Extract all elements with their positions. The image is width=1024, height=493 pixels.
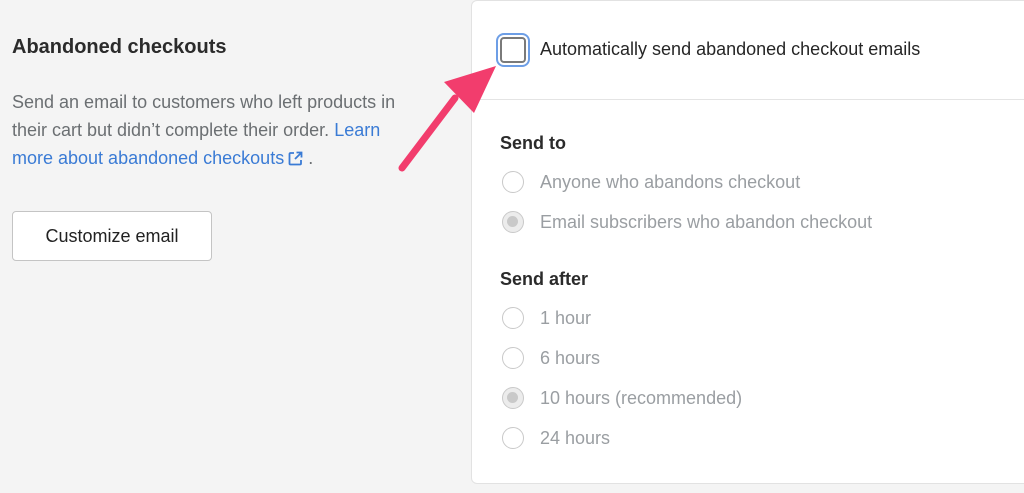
- radio-label: 6 hours: [540, 347, 601, 368]
- radio-label: Anyone who abandons checkout: [540, 171, 801, 192]
- radio-button-selected[interactable]: [502, 387, 524, 409]
- link-suffix: .: [303, 148, 314, 168]
- send-to-title: Send to: [500, 133, 566, 153]
- customize-email-button[interactable]: Customize email: [12, 211, 212, 261]
- send-after-option-24-hours[interactable]: 24 hours: [502, 425, 610, 451]
- settings-card: Automatically send abandoned checkout em…: [471, 0, 1024, 484]
- send-after-option-10-hours[interactable]: 10 hours (recommended): [502, 385, 742, 411]
- radio-button[interactable]: [502, 347, 524, 369]
- send-to-option-subscribers[interactable]: Email subscribers who abandon checkout: [502, 209, 872, 235]
- send-to-option-anyone[interactable]: Anyone who abandons checkout: [502, 169, 800, 195]
- auto-send-label[interactable]: Automatically send abandoned checkout em…: [540, 39, 920, 60]
- auto-send-row: Automatically send abandoned checkout em…: [472, 1, 1024, 100]
- auto-send-checkbox[interactable]: [500, 37, 526, 63]
- radio-label: Email subscribers who abandon checkout: [540, 211, 873, 232]
- section-description: Send an email to customers who left prod…: [12, 88, 407, 174]
- radio-button[interactable]: [502, 307, 524, 329]
- section-title: Abandoned checkouts: [12, 36, 227, 58]
- send-after-option-1-hour[interactable]: 1 hour: [502, 305, 591, 331]
- send-after-option-6-hours[interactable]: 6 hours: [502, 345, 600, 371]
- external-link-icon: [288, 146, 303, 174]
- radio-label: 10 hours (recommended): [540, 387, 743, 408]
- radio-button-selected[interactable]: [502, 211, 524, 233]
- radio-label: 24 hours: [540, 427, 611, 448]
- radio-label: 1 hour: [540, 307, 592, 328]
- radio-button[interactable]: [502, 171, 524, 193]
- radio-button[interactable]: [502, 427, 524, 449]
- send-after-title: Send after: [500, 269, 589, 289]
